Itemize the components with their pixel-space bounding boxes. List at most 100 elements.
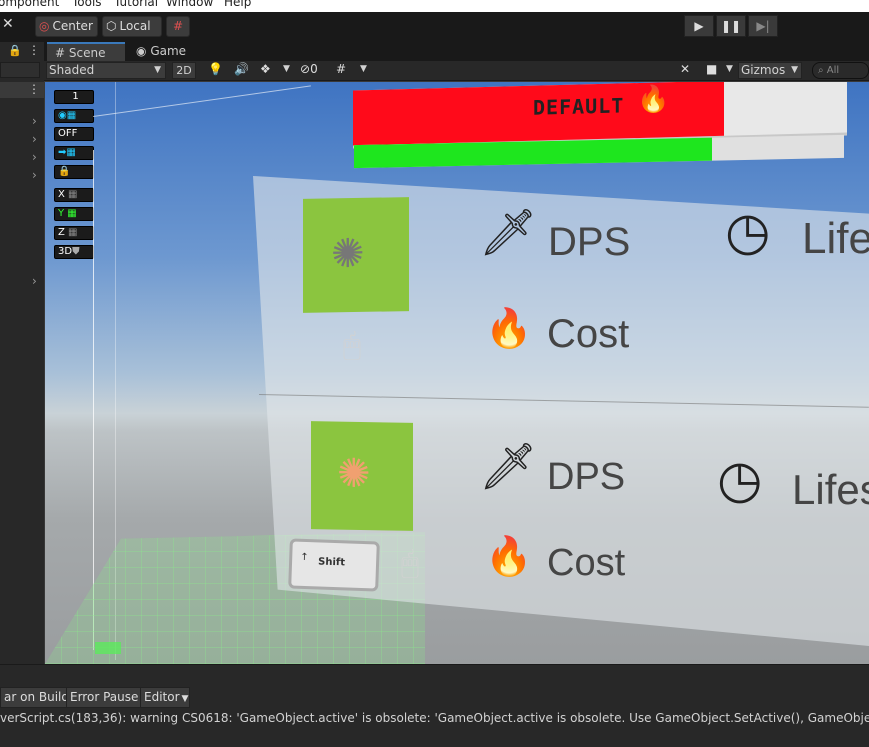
- menu-help[interactable]: Help: [224, 0, 251, 9]
- expand-arrow-icon[interactable]: ›: [32, 114, 37, 128]
- y-axis-button[interactable]: Y ▦: [54, 207, 94, 221]
- chevron-down-icon: ▼: [791, 65, 798, 75]
- fire-icon: 🔥: [637, 84, 670, 116]
- grid-visibility-icon[interactable]: #: [336, 62, 346, 76]
- unit-icon: ✺: [331, 230, 365, 278]
- draw-mode-label: Shaded: [49, 63, 95, 77]
- tab-scene[interactable]: # Scene: [47, 42, 125, 61]
- chevron-down-icon[interactable]: ▼: [726, 64, 733, 74]
- clock-icon: ◷: [725, 202, 771, 262]
- mouse-icon: 🖱: [343, 328, 361, 363]
- chevron-down-icon: ▼: [181, 694, 189, 704]
- error-pause-toggle[interactable]: Error Pause: [66, 687, 143, 708]
- scene-menu-icon[interactable]: ⋮: [28, 82, 40, 96]
- eye-slash-icon: ⊘: [300, 62, 311, 76]
- layer-visibility-button[interactable]: 1: [54, 90, 94, 104]
- play-button[interactable]: ▶: [684, 15, 714, 37]
- fire-icon: 🔥: [485, 306, 533, 350]
- hidden-count: 0: [310, 62, 318, 76]
- unit-tile[interactable]: ✺: [303, 197, 409, 313]
- menu-window[interactable]: Window: [166, 0, 213, 9]
- z-axis-button[interactable]: Z ▦: [54, 226, 94, 240]
- unit-tile[interactable]: ✺: [311, 421, 413, 531]
- unit-icon: ✺: [337, 450, 371, 498]
- life-label: Lifes: [792, 466, 869, 513]
- 2d-label: 2D: [176, 64, 192, 77]
- draw-mode-dropdown[interactable]: Shaded ▼: [46, 62, 166, 79]
- space-label: Local: [119, 19, 151, 33]
- step-icon: ▶|: [756, 19, 770, 33]
- life-label: Life: [802, 214, 869, 263]
- scene-search-input[interactable]: ⌕ All: [812, 62, 869, 79]
- tab-scene-label: Scene: [68, 46, 106, 60]
- gizmos-label: Gizmos: [741, 63, 786, 77]
- scene-toolbar: Shaded ▼ 2D 💡 🔊 ❖ ▼ ⊘0 # ▼ ✕ ■ ▼ Gizmos …: [44, 61, 869, 81]
- sword-icon: 🗡: [479, 439, 538, 493]
- grid-snap-icon[interactable]: #: [166, 16, 190, 37]
- tab-game[interactable]: ◉ Game: [130, 42, 200, 61]
- dps-label: DPS: [547, 456, 626, 498]
- cost-label: Cost: [547, 312, 630, 356]
- 2d-toggle-button[interactable]: 2D: [172, 62, 196, 79]
- menu-tutorial[interactable]: Tutorial: [114, 0, 158, 9]
- clock-icon: ◷: [717, 450, 763, 510]
- lighting-icon[interactable]: 💡: [208, 62, 223, 76]
- pivot-center-button[interactable]: ◎ Center: [35, 16, 98, 37]
- x-axis-label: X: [58, 189, 65, 200]
- chevron-down-icon[interactable]: ▼: [283, 64, 290, 74]
- pause-icon: ❚❚: [720, 19, 742, 33]
- menu-bar: omponent Tools Tutorial Window Help: [0, 0, 869, 12]
- tools-icon[interactable]: ✕: [680, 62, 690, 76]
- lock-toggle-button[interactable]: 🔒: [54, 165, 94, 179]
- 3d-toggle-button[interactable]: 3D⛊: [54, 245, 94, 259]
- shift-key-label: Shift: [317, 556, 346, 569]
- gizmos-dropdown[interactable]: Gizmos ▼: [738, 62, 802, 79]
- menu-tools[interactable]: Tools: [72, 0, 102, 9]
- clear-on-build-toggle[interactable]: ar on Build: [0, 687, 73, 708]
- step-button[interactable]: ▶|: [748, 15, 778, 37]
- effects-icon[interactable]: ❖: [260, 62, 271, 76]
- expand-arrow-icon[interactable]: ›: [32, 168, 37, 182]
- z-axis-label: Z: [58, 227, 65, 238]
- arrow-toggle-button[interactable]: ➡▦: [54, 146, 94, 160]
- expand-arrow-icon[interactable]: ›: [32, 132, 37, 146]
- scene-viewport[interactable]: 1 ◉▦ OFF ➡▦ 🔒 X ▦ Y ▦ Z ▦ 3D⛊ DEFAULT 🔥 …: [45, 82, 869, 664]
- lock-icon[interactable]: 🔒: [8, 44, 22, 57]
- editor-dropdown[interactable]: Editor ▼: [140, 687, 190, 708]
- hierarchy-search-input[interactable]: [0, 62, 40, 78]
- off-toggle-button[interactable]: OFF: [54, 127, 94, 141]
- pivot-label: Center: [52, 19, 93, 33]
- play-icon: ▶: [694, 19, 704, 33]
- x-axis-button[interactable]: X ▦: [54, 188, 94, 202]
- up-arrow-icon: ↑: [300, 551, 309, 564]
- off-label: OFF: [58, 128, 78, 139]
- search-icon: ⌕: [818, 65, 824, 76]
- chevron-down-icon[interactable]: ▼: [360, 64, 367, 74]
- view-tab-bar: # Scene ◉ Game: [44, 42, 869, 61]
- expand-arrow-icon[interactable]: ›: [32, 150, 37, 164]
- eye-icon: ◉▦: [58, 110, 77, 121]
- console-panel: ar on Build Error Pause Editor ▼ verScrip…: [0, 664, 869, 747]
- 3d-label: 3D: [58, 246, 73, 257]
- pause-button[interactable]: ❚❚: [716, 15, 746, 37]
- mouse-icon: 🖱: [401, 546, 419, 581]
- expand-arrow-icon[interactable]: ›: [32, 274, 37, 288]
- hidden-objects-button[interactable]: ⊘0: [300, 62, 318, 76]
- audio-icon[interactable]: 🔊: [234, 62, 249, 76]
- shift-key-hint: ↑ Shift: [288, 538, 380, 592]
- arrow-icon: ➡▦: [58, 147, 76, 158]
- cube-icon: ⬡: [106, 19, 117, 33]
- editor-label: Editor: [144, 690, 180, 704]
- dps-label: DPS: [548, 220, 631, 264]
- console-warning-message[interactable]: verScript.cs(183,36): warning CS0618: 'G…: [0, 711, 869, 725]
- tools-icon[interactable]: ✕: [2, 16, 22, 37]
- camera-icon[interactable]: ■: [706, 62, 717, 76]
- pivot-icon: ◎: [39, 19, 50, 33]
- space-local-button[interactable]: ⬡ Local: [102, 16, 162, 37]
- ground-marker: [95, 642, 121, 654]
- cost-label: Cost: [547, 542, 626, 584]
- tab-game-label: Game: [150, 44, 187, 58]
- menu-dots-icon[interactable]: ⋮: [28, 43, 40, 57]
- view-visibility-toggle[interactable]: ◉▦: [54, 109, 94, 123]
- menu-component[interactable]: omponent: [0, 0, 59, 9]
